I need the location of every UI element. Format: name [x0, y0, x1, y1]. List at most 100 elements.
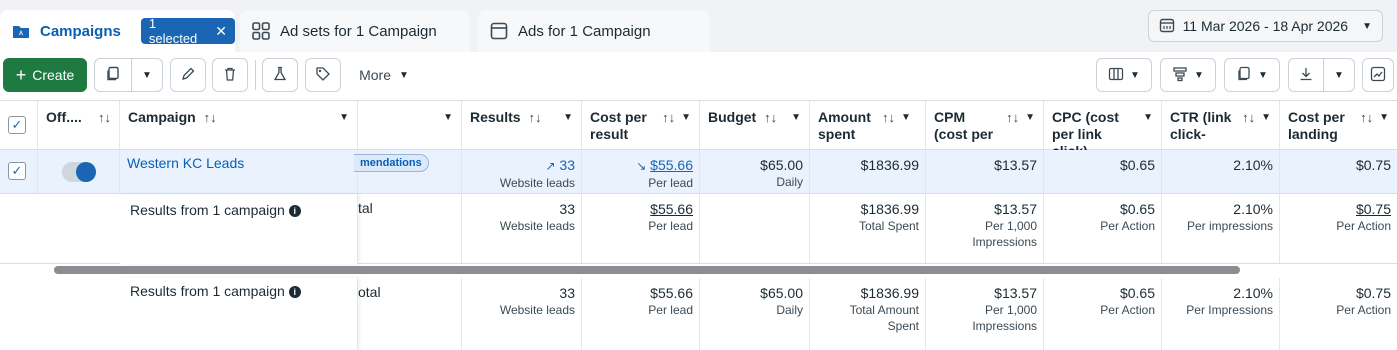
chevron-down-icon[interactable]: ▼: [339, 109, 349, 126]
column-header-budget[interactable]: Budget ↑↓ ▼: [700, 101, 810, 149]
summary-cpc-cell: $0.65 Per Action: [1044, 194, 1162, 263]
download-icon: [1298, 66, 1314, 85]
export-dropdown[interactable]: ▼: [1323, 58, 1355, 92]
ab-test-button[interactable]: [262, 58, 298, 92]
edit-button[interactable]: [170, 58, 206, 92]
column-header-hidden[interactable]: ▼: [358, 101, 462, 149]
plus-icon: +: [15, 65, 27, 85]
campaign-folder-icon: [12, 22, 30, 40]
delete-button[interactable]: [212, 58, 248, 92]
breakdown-icon: [1172, 66, 1188, 85]
totals-col3-text: otal: [358, 284, 381, 300]
info-icon[interactable]: i: [288, 286, 301, 298]
column-label: Amount spent: [818, 109, 871, 142]
totals-ctr-cell: 2.10% Per Impressions: [1162, 278, 1280, 350]
duplicate-button[interactable]: [94, 58, 132, 92]
column-label: Campaign: [128, 109, 196, 125]
column-header-ctr[interactable]: CTR (link click-throu... ↑↓ ▼: [1162, 101, 1280, 149]
totals-cost-per-lp-cell: $0.75 Per Action: [1280, 278, 1397, 350]
chevron-down-icon[interactable]: ▼: [1025, 109, 1035, 126]
clear-selection-icon[interactable]: ✕: [215, 23, 227, 40]
column-header-cost-per-result[interactable]: Cost per result ↑↓ ▼: [582, 101, 700, 149]
summary-cost-per-lp-cell: $0.75 Per Action: [1280, 194, 1397, 263]
summary-cost-per-result-value[interactable]: $55.66: [588, 200, 693, 218]
summary-ctr-value: 2.10%: [1233, 201, 1273, 217]
tab-ads-label: Ads for 1 Campaign: [518, 22, 651, 40]
recommendations-pill[interactable]: mendations: [354, 154, 429, 172]
chevron-down-icon: ▼: [1258, 69, 1268, 81]
row-checkbox[interactable]: ✓: [8, 162, 26, 180]
amount-spent-cell: $1836.99: [810, 150, 926, 193]
summary-results-sub: Website leads: [499, 219, 575, 233]
chevron-down-icon[interactable]: ▼: [443, 109, 453, 126]
chevron-down-icon[interactable]: ▼: [1261, 109, 1271, 126]
tag-button[interactable]: [305, 58, 341, 92]
column-label: Cost per result: [590, 109, 647, 142]
sort-icon[interactable]: ↑↓: [528, 110, 541, 125]
results-cell: ↗ 33 Website leads: [462, 150, 582, 193]
campaign-name-link[interactable]: Western KC Leads: [127, 155, 244, 171]
chart-icon: [1370, 66, 1386, 85]
table-header: ✓ Off.... ↑↓ Campaign ↑↓ ▼ ▼ Results ↑↓ …: [0, 100, 1397, 159]
chevron-down-icon[interactable]: ▼: [1379, 109, 1389, 126]
cost-per-result-value[interactable]: $55.66: [650, 157, 693, 173]
export-button[interactable]: [1288, 58, 1324, 92]
horizontal-scrollbar[interactable]: [54, 266, 1240, 274]
toolbar-divider: [255, 60, 256, 90]
more-button[interactable]: More ▼: [352, 58, 416, 92]
date-range-label: 11 Mar 2026 - 18 Apr 2026: [1182, 18, 1349, 34]
budget-sub: Daily: [776, 175, 803, 189]
chevron-down-icon[interactable]: ▼: [681, 109, 691, 126]
cost-per-result-cell: ↘ $55.66 Per lead: [582, 150, 700, 193]
sort-icon[interactable]: ↑↓: [98, 109, 111, 126]
selected-count-pill[interactable]: 1 selected ✕: [140, 16, 235, 46]
date-range-picker[interactable]: 11 Mar 2026 - 18 Apr 2026 ▼: [1147, 10, 1383, 42]
sort-icon[interactable]: ↑↓: [662, 109, 675, 126]
totals-ctr-sub: Per Impressions: [1186, 303, 1273, 317]
summary-cost-per-result-cell: $55.66 Per lead: [582, 194, 700, 263]
select-all-checkbox[interactable]: ✓: [8, 116, 26, 134]
summary-col3-text: tal: [358, 200, 373, 216]
tab-adsets[interactable]: Ad sets for 1 Campaign: [240, 10, 470, 52]
column-header-cpm[interactable]: CPM (cost per 1,000... ↑↓ ▼: [926, 101, 1044, 149]
column-header-cpc[interactable]: CPC (cost per link click) ▼: [1044, 101, 1162, 159]
sort-icon[interactable]: ↑↓: [1242, 109, 1255, 126]
table-row[interactable]: ✓ Western KC Leads mendations ↗ 33 Websi…: [0, 150, 1397, 194]
sort-icon[interactable]: ↑↓: [764, 110, 777, 125]
create-button[interactable]: + Create: [3, 58, 87, 92]
budget-value[interactable]: $65.00: [706, 156, 803, 174]
column-header-off[interactable]: Off.... ↑↓: [38, 101, 120, 149]
sort-icon[interactable]: ↑↓: [882, 109, 895, 126]
chevron-down-icon[interactable]: ▼: [791, 109, 801, 126]
chevron-down-icon[interactable]: ▼: [901, 109, 911, 126]
summary-cost-per-lp-value[interactable]: $0.75: [1286, 200, 1391, 218]
campaign-on-off-toggle[interactable]: [62, 162, 96, 182]
cpc-cell: $0.65: [1044, 150, 1162, 193]
duplicate-dropdown[interactable]: ▼: [131, 58, 163, 92]
column-header-results[interactable]: Results ↑↓ ▼: [462, 101, 582, 149]
flask-icon: [272, 66, 288, 85]
ctr-value: 2.10%: [1233, 157, 1273, 173]
summary-cost-per-lp-sub: Per Action: [1336, 219, 1391, 233]
tab-campaigns[interactable]: Campaigns 1 selected ✕: [0, 10, 235, 52]
header-select-cell: ✓: [0, 101, 38, 149]
sort-icon[interactable]: ↑↓: [1360, 109, 1373, 126]
column-header-amount-spent[interactable]: Amount spent ↑↓ ▼: [810, 101, 926, 149]
sort-icon[interactable]: ↑↓: [204, 110, 217, 125]
chevron-down-icon[interactable]: ▼: [1143, 109, 1153, 126]
summary-cpm-cell: $13.57 Per 1,000 Impressions: [926, 194, 1044, 263]
column-header-campaign[interactable]: Campaign ↑↓ ▼: [120, 101, 358, 149]
charts-button[interactable]: [1362, 58, 1394, 92]
calendar-icon: [1159, 17, 1175, 36]
column-header-cost-per-landing-page[interactable]: Cost per landing pag... ↑↓ ▼: [1280, 101, 1397, 149]
row-toggle-cell: [38, 150, 120, 193]
reports-button[interactable]: ▼: [1224, 58, 1280, 92]
tab-ads[interactable]: Ads for 1 Campaign: [478, 10, 710, 52]
chevron-down-icon: ▼: [1194, 69, 1204, 81]
info-icon[interactable]: i: [288, 205, 301, 217]
totals-amount-spent-sub: Total Amount Spent: [849, 303, 919, 333]
sort-icon[interactable]: ↑↓: [1006, 109, 1019, 126]
chevron-down-icon[interactable]: ▼: [563, 109, 573, 126]
columns-button[interactable]: ▼: [1096, 58, 1152, 92]
breakdown-button[interactable]: ▼: [1160, 58, 1216, 92]
